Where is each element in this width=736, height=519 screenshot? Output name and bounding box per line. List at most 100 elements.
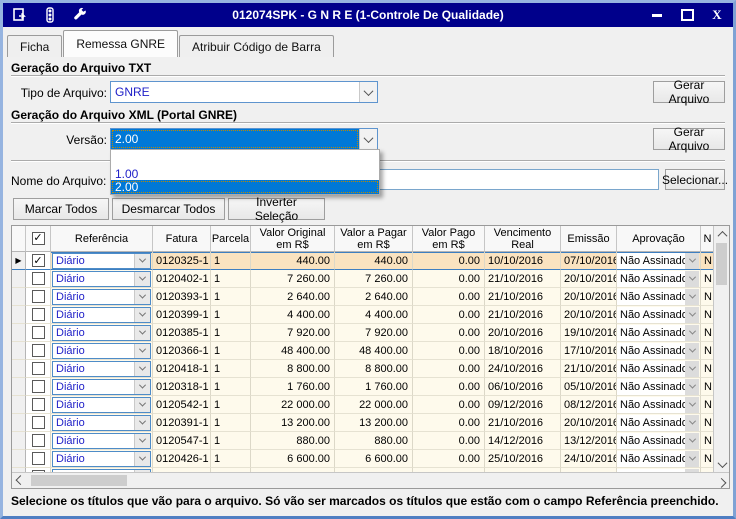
table-row[interactable]: Diário 0120418-1 1 8 800.00 8 800.00 0.0…: [12, 360, 729, 378]
valor-a-pagar-cell[interactable]: 22 000.00: [335, 396, 413, 414]
table-row[interactable]: Diário 0120393-1 1 2 640.00 2 640.00 0.0…: [12, 288, 729, 306]
parcela-cell[interactable]: 1: [211, 396, 251, 414]
scroll-left-icon[interactable]: [12, 473, 28, 489]
valor-original-cell[interactable]: 1 760.00: [251, 378, 335, 396]
parcela-cell[interactable]: 1: [211, 414, 251, 432]
table-row[interactable]: Diário 0120325-1 1 440.00 440.00 0.00 10…: [12, 252, 729, 270]
valor-original-cell[interactable]: 440.00: [251, 252, 335, 270]
referencia-combobox[interactable]: Diário: [52, 360, 151, 377]
aprovacao-cell[interactable]: Não Assinado: [617, 288, 701, 306]
select-all-checkbox[interactable]: [26, 226, 51, 252]
fatura-cell[interactable]: 0120385-1: [153, 324, 211, 342]
chevron-down-icon[interactable]: [685, 378, 699, 395]
referencia-combobox[interactable]: Diário: [52, 414, 151, 431]
chevron-down-icon[interactable]: [359, 82, 377, 102]
chevron-down-icon[interactable]: [685, 324, 699, 341]
aprovacao-combobox[interactable]: Não Assinado: [617, 414, 699, 431]
valor-pago-cell[interactable]: 0.00: [413, 432, 485, 450]
fatura-cell[interactable]: 0120542-1: [153, 396, 211, 414]
aprovacao-cell[interactable]: Não Assinado: [617, 414, 701, 432]
valor-a-pagar-cell[interactable]: 1 760.00: [335, 378, 413, 396]
referencia-combobox[interactable]: Diário: [52, 450, 151, 467]
checkbox-icon[interactable]: [31, 254, 45, 267]
generate-xml-button[interactable]: Gerar Arquivo: [653, 125, 725, 153]
valor-original-cell[interactable]: 7 260.00: [251, 270, 335, 288]
row-checkbox-cell[interactable]: [26, 342, 51, 360]
unmark-all-button[interactable]: Desmarcar Todos: [112, 198, 225, 220]
valor-original-cell[interactable]: 13 200.00: [251, 414, 335, 432]
valor-original-cell[interactable]: 7 920.00: [251, 324, 335, 342]
aprovacao-cell[interactable]: Não Assinado: [617, 396, 701, 414]
referencia-combobox[interactable]: Diário: [52, 396, 151, 413]
valor-pago-cell[interactable]: 0.00: [413, 396, 485, 414]
chevron-down-icon[interactable]: [134, 361, 150, 376]
emissao-cell[interactable]: 20/10/2016: [561, 288, 617, 306]
scroll-down-icon[interactable]: [714, 456, 730, 472]
aprovacao-cell[interactable]: Não Assinado: [617, 270, 701, 288]
file-type-combobox[interactable]: GNRE: [110, 81, 378, 103]
checkbox-icon[interactable]: [31, 452, 45, 465]
aprovacao-combobox[interactable]: Não Assinado: [617, 450, 699, 467]
checkbox-icon[interactable]: [31, 326, 45, 339]
header-emissao[interactable]: Emissão: [561, 226, 617, 252]
valor-a-pagar-cell[interactable]: 6 600.00: [335, 450, 413, 468]
table-row[interactable]: Diário 0120402-1 1 7 260.00 7 260.00 0.0…: [12, 270, 729, 288]
chevron-down-icon[interactable]: [134, 433, 150, 448]
referencia-combobox[interactable]: Diário: [52, 324, 151, 341]
valor-a-pagar-cell[interactable]: 48 400.00: [335, 342, 413, 360]
header-valor-original[interactable]: Valor Original em R$: [251, 226, 335, 252]
emissao-cell[interactable]: 13/12/2016: [561, 432, 617, 450]
referencia-cell[interactable]: Diário: [51, 324, 153, 342]
emissao-cell[interactable]: 24/10/2016: [561, 450, 617, 468]
valor-pago-cell[interactable]: 0.00: [413, 288, 485, 306]
chevron-down-icon[interactable]: [685, 432, 699, 449]
valor-pago-cell[interactable]: 0.00: [413, 324, 485, 342]
minimize-button[interactable]: [649, 7, 665, 23]
emissao-cell[interactable]: 20/10/2016: [561, 414, 617, 432]
parcela-cell[interactable]: 1: [211, 306, 251, 324]
emissao-cell[interactable]: 17/10/2016: [561, 342, 617, 360]
referencia-cell[interactable]: Diário: [51, 306, 153, 324]
referencia-combobox[interactable]: Diário: [52, 270, 151, 287]
header-parcela[interactable]: Parcela: [211, 226, 251, 252]
checkbox-icon[interactable]: [31, 308, 45, 321]
row-checkbox-cell[interactable]: [26, 288, 51, 306]
emissao-cell[interactable]: 21/10/2016: [561, 360, 617, 378]
emissao-cell[interactable]: 08/12/2016: [561, 396, 617, 414]
vencimento-real-cell[interactable]: 20/10/2016: [485, 324, 561, 342]
vencimento-real-cell[interactable]: 25/10/2016: [485, 450, 561, 468]
dropdown-option[interactable]: 1.00: [111, 167, 379, 181]
row-checkbox-cell[interactable]: [26, 450, 51, 468]
chevron-down-icon[interactable]: [134, 415, 150, 430]
chevron-down-icon[interactable]: [134, 451, 150, 466]
chevron-down-icon[interactable]: [134, 307, 150, 322]
chevron-down-icon[interactable]: [134, 271, 150, 286]
close-button[interactable]: [709, 7, 725, 23]
referencia-cell[interactable]: Diário: [51, 450, 153, 468]
valor-original-cell[interactable]: 4 400.00: [251, 306, 335, 324]
emissao-cell[interactable]: 20/10/2016: [561, 270, 617, 288]
vencimento-real-cell[interactable]: 06/10/2016: [485, 378, 561, 396]
tab[interactable]: Ficha: [7, 35, 63, 57]
table-row[interactable]: Diário 0120366-1 1 48 400.00 48 400.00 0…: [12, 342, 729, 360]
referencia-cell[interactable]: Diário: [51, 252, 153, 270]
row-checkbox-cell[interactable]: [26, 252, 51, 270]
checkbox-icon[interactable]: [31, 434, 45, 447]
header-aprovacao[interactable]: Aprovação: [617, 226, 701, 252]
vencimento-real-cell[interactable]: 10/10/2016: [485, 252, 561, 270]
parcela-cell[interactable]: 1: [211, 288, 251, 306]
generate-txt-button[interactable]: Gerar Arquivo: [653, 78, 725, 106]
emissao-cell[interactable]: 19/10/2016: [561, 324, 617, 342]
referencia-combobox[interactable]: Diário: [52, 288, 151, 305]
parcela-cell[interactable]: 1: [211, 378, 251, 396]
valor-a-pagar-cell[interactable]: 440.00: [335, 252, 413, 270]
header-vencimento-real[interactable]: Vencimento Real: [485, 226, 561, 252]
aprovacao-combobox[interactable]: Não Assinado: [617, 288, 699, 305]
referencia-cell[interactable]: Diário: [51, 414, 153, 432]
parcela-cell[interactable]: 1: [211, 450, 251, 468]
horizontal-scroll-thumb[interactable]: [31, 475, 127, 486]
referencia-cell[interactable]: Diário: [51, 342, 153, 360]
chevron-down-icon[interactable]: [685, 342, 699, 359]
valor-pago-cell[interactable]: 0.00: [413, 378, 485, 396]
aprovacao-cell[interactable]: Não Assinado: [617, 450, 701, 468]
